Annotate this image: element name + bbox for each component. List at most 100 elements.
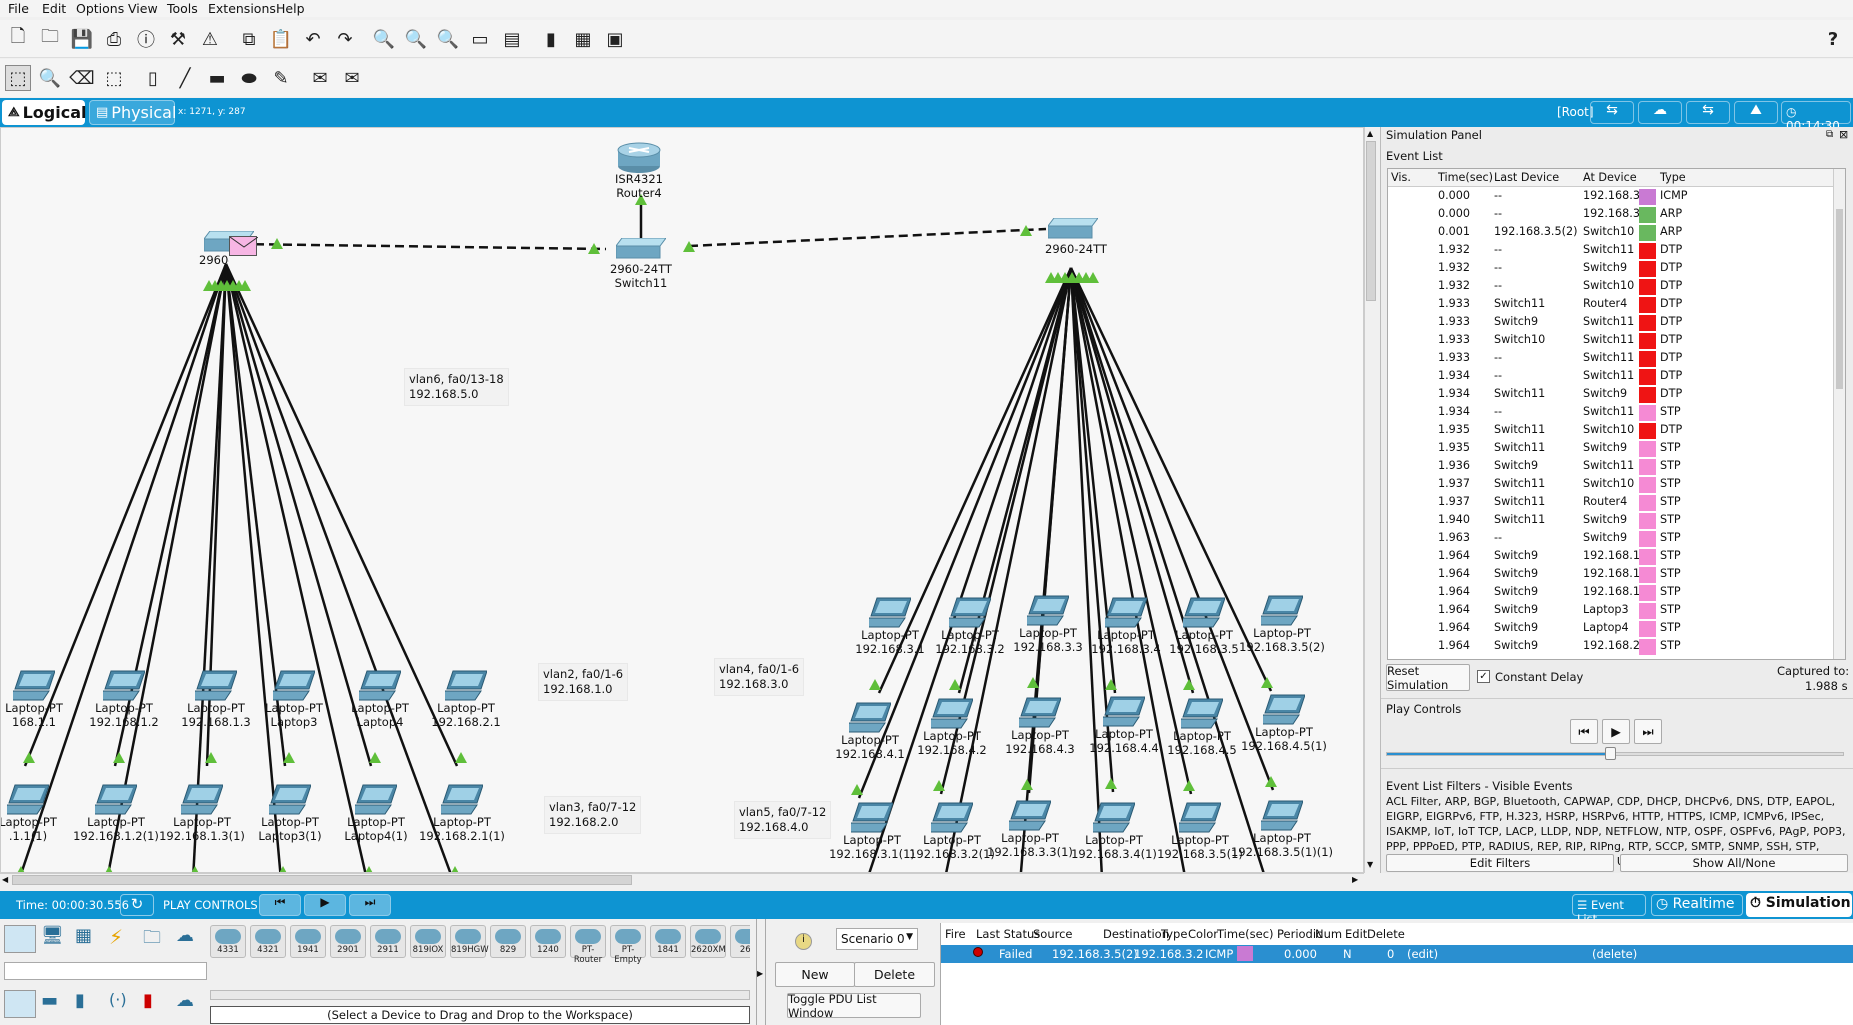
event-row[interactable]: 1.932 -- Switch9 DTP	[1388, 259, 1833, 277]
redo-icon[interactable]: ↷	[332, 26, 358, 52]
constant-delay-checkbox[interactable]: ✓	[1477, 670, 1490, 683]
laptop-icon[interactable]	[1014, 696, 1063, 728]
menu-file[interactable]: File	[8, 1, 29, 16]
status-forward-button[interactable]: ⏭	[349, 894, 391, 916]
event-row[interactable]: 1.932 -- Switch10 DTP	[1388, 277, 1833, 295]
laptop-icon[interactable]	[98, 669, 147, 701]
laptop-icon[interactable]	[1178, 596, 1227, 628]
hubs-category-icon[interactable]: ▮	[75, 990, 103, 1018]
event-row[interactable]: 0.000 -- 192.168.3.5... ARP	[1388, 205, 1833, 223]
router-icon[interactable]	[617, 140, 661, 174]
edit-filters-button[interactable]: Edit Filters	[1386, 854, 1614, 872]
workspace-horizontal-scrollbar[interactable]: ◀ ▶	[0, 873, 1364, 886]
event-list-scrollbar[interactable]	[1833, 169, 1845, 659]
device-model-button[interactable]: PT-Router	[570, 925, 606, 965]
scroll-right-icon[interactable]: ▶	[1352, 875, 1358, 884]
custom-devices-icon[interactable]: ▤	[499, 26, 525, 52]
laptop-icon[interactable]	[436, 783, 485, 815]
set-tiled-background-icon[interactable]: ⇆	[1686, 101, 1730, 124]
event-row[interactable]: 1.964 Switch9 192.168.2.1 STP	[1388, 637, 1833, 655]
scroll-left-icon[interactable]: ◀	[2, 875, 8, 884]
fire-status-icon[interactable]	[973, 947, 983, 957]
switch-right-icon[interactable]	[1047, 217, 1099, 240]
col-time[interactable]: Time(sec)	[1438, 171, 1493, 184]
event-row[interactable]: 1.964 Switch9 192.168.1.1 STP	[1388, 547, 1833, 565]
status-play-button[interactable]: ▶	[304, 894, 346, 916]
scenario-info-icon[interactable]: i	[795, 933, 812, 950]
laptop-icon[interactable]	[190, 669, 239, 701]
end-devices-icon[interactable]: 🖥	[41, 925, 69, 953]
new-file-icon[interactable]: 🗋	[5, 26, 31, 52]
panel-restore-icon[interactable]: ⧉	[1826, 129, 1833, 140]
device-model-button[interactable]: 4321	[250, 925, 286, 958]
laptop-icon[interactable]	[354, 669, 403, 701]
delete-scenario-button[interactable]: Delete	[854, 962, 935, 987]
pdu-col-header[interactable]: Edit	[1345, 927, 1367, 941]
device-list-scrollbar[interactable]	[210, 990, 750, 1000]
event-list-table[interactable]: Vis. Time(sec) Last Device At Device Typ…	[1387, 168, 1846, 660]
root-breadcrumb[interactable]: [Root]	[1557, 105, 1594, 119]
pdu-col-header[interactable]: Fire	[945, 927, 966, 941]
realtime-mode-button[interactable]: ◷ Realtime	[1651, 894, 1743, 916]
navigation-icon[interactable]: ⇆	[1590, 101, 1634, 124]
col-last-device[interactable]: Last Device	[1494, 171, 1559, 184]
wan-emulation-icon[interactable]: ☁	[176, 990, 204, 1018]
event-scroll-thumb[interactable]	[1836, 209, 1843, 389]
laptop-icon[interactable]	[844, 701, 893, 733]
zoom-reset-icon[interactable]: 🔍	[403, 26, 429, 52]
laptop-icon[interactable]	[864, 596, 913, 628]
switch-mid-icon[interactable]	[615, 237, 667, 260]
info-icon[interactable]: ⓘ	[133, 26, 159, 52]
col-type[interactable]: Type	[1660, 171, 1686, 184]
device-model-button[interactable]: 2911	[370, 925, 406, 958]
simple-pdu-icon[interactable]: ✉	[307, 65, 333, 91]
menu-tools[interactable]: Tools	[167, 1, 198, 16]
freeform-icon[interactable]: ✎	[268, 65, 294, 91]
device-model-button[interactable]: 1941	[290, 925, 326, 958]
laptop-icon[interactable]	[1258, 693, 1307, 725]
vlan6-note[interactable]: vlan6, fa0/13-18 192.168.5.0	[404, 368, 509, 406]
col-vis[interactable]: Vis.	[1391, 171, 1411, 184]
laptop-icon[interactable]	[1088, 801, 1137, 833]
network-devices-icon[interactable]	[4, 925, 36, 953]
laptop-icon[interactable]	[1098, 695, 1147, 727]
device-model-button[interactable]: 819HGW	[450, 925, 489, 958]
select-icon[interactable]: ⬚	[5, 65, 31, 91]
laptop-icon[interactable]	[2, 783, 51, 815]
vlan4-note[interactable]: vlan4, fa0/1-6 192.168.3.0	[714, 658, 805, 696]
laptop-icon[interactable]	[90, 783, 139, 815]
copy-icon[interactable]: ⧉	[236, 26, 262, 52]
pdu-col-header[interactable]: Source	[1033, 927, 1073, 941]
menu-help[interactable]: Help	[276, 1, 305, 16]
device-search-input[interactable]	[4, 962, 207, 980]
device-model-button[interactable]: PT-Empty	[610, 925, 646, 965]
device-model-button[interactable]: 1841	[650, 925, 686, 958]
event-row[interactable]: 1.933 -- Switch11 DTP	[1388, 349, 1833, 367]
toggle-pdu-list-button[interactable]: Toggle PDU List Window	[787, 992, 921, 1020]
pdu-delete-link[interactable]: (delete)	[1592, 947, 1637, 961]
device-model-button[interactable]: 2901	[330, 925, 366, 958]
help-icon[interactable]: ?	[1820, 26, 1846, 52]
show-all-none-button[interactable]: Show All/None	[1620, 854, 1848, 872]
delete-icon[interactable]: ⌫	[69, 65, 95, 91]
clock-display[interactable]: ◷ 00:14:30	[1781, 101, 1851, 133]
vlan3-note[interactable]: vlan3, fa0/7-12 192.168.2.0	[544, 796, 642, 834]
laptop-icon[interactable]	[268, 669, 317, 701]
vlan2-note[interactable]: vlan2, fa0/1-6 192.168.1.0	[538, 663, 629, 701]
wireless-category-icon[interactable]: (·)	[109, 990, 137, 1018]
pdu-row[interactable]: Failed 192.168.3.5(2) 192.168.3.2 ICMP 0…	[941, 945, 1853, 963]
laptop-icon[interactable]	[1100, 596, 1149, 628]
event-row[interactable]: 1.937 Switch11 Router4 STP	[1388, 493, 1833, 511]
routers-category-icon[interactable]	[4, 990, 36, 1018]
pdu-edit-link[interactable]: (edit)	[1407, 947, 1438, 961]
connections-icon[interactable]: ⚡	[109, 925, 137, 953]
vertical-scroll-thumb[interactable]	[1366, 141, 1376, 301]
workspace-vertical-scrollbar[interactable]: ▲ ▼	[1364, 127, 1377, 873]
menu-extensions[interactable]: Extensions	[208, 1, 276, 16]
event-row[interactable]: 0.000 -- 192.168.3.5... ICMP	[1388, 187, 1833, 205]
misc-icon[interactable]: 🗀	[143, 925, 171, 953]
device-model-button[interactable]: 4331	[210, 925, 246, 958]
horizontal-scroll-thumb[interactable]	[12, 875, 632, 885]
laptop-icon[interactable]	[1174, 801, 1223, 833]
laptop-icon[interactable]	[1256, 799, 1305, 831]
